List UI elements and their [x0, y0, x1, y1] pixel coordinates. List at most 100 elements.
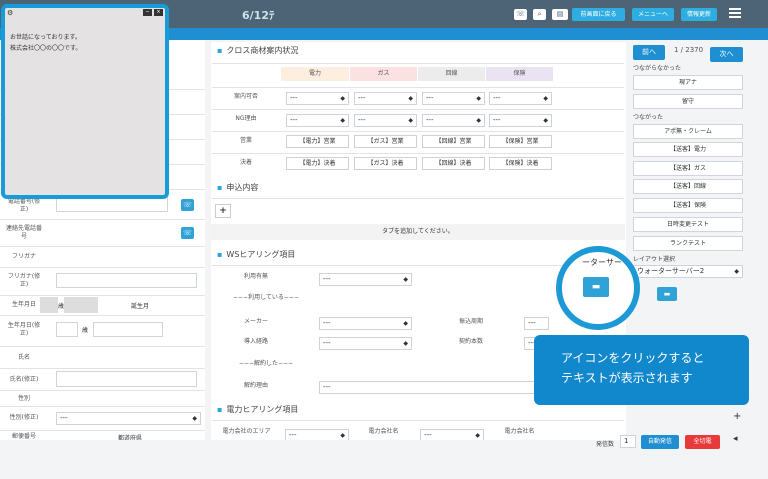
hamburger-icon[interactable] [729, 8, 741, 18]
add-tab-button[interactable]: + [215, 204, 231, 218]
soukyaku-hoken-button[interactable]: 【送客】保険 [633, 198, 743, 213]
layout-select[interactable]: ウォーターサーバー2 ◆ [633, 265, 743, 278]
soukyaku-kaisen-button[interactable]: 【送客】回線 [633, 179, 743, 194]
hangup-all-button[interactable]: 全切電 [685, 435, 720, 449]
ws-maker-select[interactable]: --- ◆ [319, 317, 412, 330]
ws-dounyu-select[interactable]: --- ◆ [319, 337, 412, 350]
ws-kaiyaku-riyu-label: 解約理由 [243, 382, 268, 389]
rusu-button[interactable]: 留守 [633, 94, 743, 109]
apo-claim-button[interactable]: アポ無・クレーム [633, 124, 743, 139]
col-kaisen: 回線 [418, 67, 485, 81]
ng-kaisen-select[interactable]: --- ◆ [422, 114, 485, 127]
gender-edit-select[interactable]: --- ◆ [56, 412, 201, 425]
row-label-furigana-edit: フリガナ(修正) [7, 273, 41, 288]
ng-denryoku-select[interactable]: --- ◆ [286, 114, 349, 127]
kecchaku-gas-button[interactable]: 【ガス】決着 [354, 157, 417, 170]
menu-button[interactable]: メニューへ [632, 8, 674, 21]
annai-kaisen-select[interactable]: --- ◆ [422, 92, 485, 105]
col-gas: ガス [350, 67, 417, 81]
layout-select-label: レイアウト選択 [633, 256, 676, 263]
search-icon[interactable]: ⌕ [533, 9, 546, 20]
ws-riyou-select[interactable]: --- ◆ [319, 273, 412, 286]
ws-title: ▪ WSヒアリング項目 [217, 250, 296, 259]
eigyo-denryoku-button[interactable]: 【電力】営業 [286, 135, 349, 148]
auto-call-button[interactable]: 自動発信 [641, 435, 679, 449]
soukyaku-denryoku-button[interactable]: 【送客】電力 [633, 142, 743, 157]
kecchaku-hoken-button[interactable]: 【保険】決着 [489, 157, 552, 170]
row-label-gender: 性別 [17, 395, 30, 402]
phone-call-icon[interactable]: ☏ [181, 199, 194, 211]
magnified-chat-icon[interactable]: ▬ [583, 277, 609, 297]
denryoku-company-label-2: 電力会社名 [504, 428, 535, 435]
record-counter: 1 / 2370 [674, 46, 704, 54]
row-label-furigana: フリガナ [11, 253, 36, 260]
annai-hoken-select[interactable]: --- ◆ [489, 92, 552, 105]
bottom-bar: 発信数 1 自動発信 全切電 ◂ [0, 434, 768, 479]
ws-furikomi-label: 振込周期 [458, 318, 483, 325]
date-display: 6/12ﾃ [242, 9, 275, 22]
minimize-icon[interactable]: − [143, 9, 152, 16]
rank-test-button[interactable]: ランクテスト [633, 236, 743, 251]
eigyo-gas-button[interactable]: 【ガス】営業 [354, 135, 417, 148]
collapse-icon[interactable]: ◂ [733, 434, 738, 444]
refresh-button[interactable]: 情報更新 [681, 8, 717, 21]
moshikomi-title: ▪ 申込内容 [217, 183, 259, 192]
chat-icon[interactable]: ▬ [657, 287, 677, 301]
ng-gas-select[interactable]: --- ◆ [354, 114, 417, 127]
annai-denryoku-select[interactable]: --- ◆ [286, 92, 349, 105]
row-label-name: 氏名 [17, 354, 30, 361]
denryoku-company-label-1: 電力会社名 [368, 428, 399, 435]
id-card-icon[interactable]: ▤ [552, 9, 568, 20]
popup-text: お世話になっております。 株式会社〇〇の〇〇です。 [10, 34, 82, 52]
magnifier-highlight: ーターサー ▬ [556, 246, 640, 330]
phone-icon[interactable]: ☏ [514, 9, 527, 20]
row-label-birthdate-edit: 生年月日(修正) [7, 322, 41, 337]
phone-edit-input[interactable] [56, 197, 168, 212]
row-label-birthdate: 生年月日 [11, 301, 36, 308]
birth-month-edit-input[interactable] [93, 322, 163, 337]
call-count-label: 発信数 [596, 441, 615, 448]
script-popup: ⚙ − × お世話になっております。 株式会社〇〇の〇〇です。 [1, 4, 169, 199]
furigana-edit-input[interactable] [56, 273, 197, 288]
age-edit-label: 歳 [82, 327, 89, 334]
popup-header: ⚙ − × [5, 8, 165, 17]
row-label-gender-edit: 性別(修正) [9, 414, 39, 421]
cross-title: ▪ クロス商材案内状況 [217, 46, 299, 55]
ng-hoken-select[interactable]: --- ◆ [489, 114, 552, 127]
datetime-test-button[interactable]: 日時変更テスト [633, 217, 743, 232]
col-denryoku: 電力 [281, 67, 349, 81]
ws-riyou-label: 利用有無 [243, 273, 268, 280]
eigyo-kaisen-button[interactable]: 【回線】営業 [422, 135, 485, 148]
col-hoken: 保険 [486, 67, 553, 81]
ws-kaiyaku-label: −−−解約した−−− [238, 360, 294, 367]
name-edit-input[interactable] [56, 371, 197, 387]
soukyaku-gas-button[interactable]: 【送客】ガス [633, 161, 743, 176]
genana-button[interactable]: 現アナ [633, 75, 743, 90]
label-annai: 案内可否 [233, 93, 258, 100]
add-tab-hint: タブを追加してください。 [211, 224, 625, 240]
prev-button[interactable]: 前へ [633, 45, 665, 60]
back-button[interactable]: 前画面に戻る [572, 8, 625, 21]
close-icon[interactable]: × [154, 9, 163, 16]
annai-gas-select[interactable]: --- ◆ [354, 92, 417, 105]
kecchaku-kaisen-button[interactable]: 【回線】決着 [422, 157, 485, 170]
not-connected-label: つながらなかった [633, 65, 682, 72]
label-eigyo: 営業 [239, 137, 252, 144]
gear-icon[interactable]: ⚙ [7, 9, 13, 17]
kecchaku-denryoku-button[interactable]: 【電力】決着 [286, 157, 349, 170]
call-count-select[interactable]: 1 [620, 435, 636, 448]
expand-icon[interactable]: + [733, 411, 741, 422]
next-button[interactable]: 次へ [710, 47, 743, 62]
denryoku-area-label: 電力会社のエリア [222, 428, 271, 435]
contact-call-icon[interactable]: ☏ [181, 227, 194, 239]
row-label-name-edit: 氏名(修正) [9, 376, 39, 383]
connected-label: つながった [633, 114, 664, 121]
eigyo-hoken-button[interactable]: 【保険】営業 [489, 135, 552, 148]
ws-furikomi-select[interactable]: --- [524, 317, 549, 330]
age-edit-input[interactable] [56, 322, 78, 337]
label-kecchaku: 決着 [239, 159, 252, 166]
row-label-contact: 連絡先電話番号 [5, 225, 42, 240]
ws-using-label: −−−利用している−−− [233, 294, 299, 301]
ws-kaiyaku-riyu-select[interactable]: --- [319, 381, 539, 394]
birth-month-label: 誕生月 [131, 303, 150, 310]
